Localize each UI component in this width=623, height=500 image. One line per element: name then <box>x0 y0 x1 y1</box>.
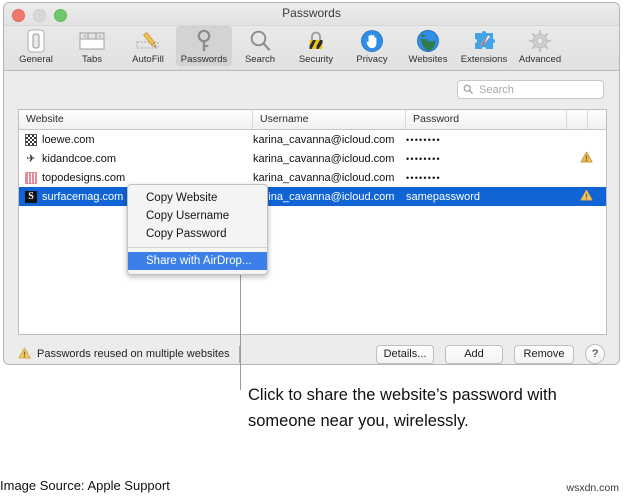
column-header-spacer-2 <box>588 110 606 129</box>
remove-button[interactable]: Remove <box>514 344 574 364</box>
svg-text:×: × <box>84 34 87 40</box>
website-label: topodesigns.com <box>42 171 126 184</box>
toolbar-label-passwords: Passwords <box>180 54 228 65</box>
website-label: surfacemag.com <box>42 190 124 203</box>
context-menu: Copy Website Copy Username Copy Password… <box>127 184 268 275</box>
website-label: kidandcoe.com <box>42 152 116 165</box>
cell-website: loewe.com <box>19 133 253 146</box>
window-titlebar: Passwords <box>4 3 619 26</box>
toolbar-item-autofill[interactable]: AutoFill <box>120 26 176 66</box>
callout-caption: Click to share the website’s password wi… <box>248 386 557 430</box>
toolbar-label-extensions: Extensions <box>460 54 508 65</box>
cell-website: topodesigns.com <box>19 171 253 184</box>
warning-triangle-icon <box>18 347 31 362</box>
menu-item-copy-username[interactable]: Copy Username <box>128 207 267 225</box>
table-row[interactable]: ✈ kidandcoe.com karina_cavanna@icloud.co… <box>19 149 606 168</box>
reused-passwords-label: Passwords reused on multiple websites <box>37 348 230 360</box>
cell-website: ✈ kidandcoe.com <box>19 153 253 165</box>
image-source-credit: Image Source: Apple Support <box>0 478 170 493</box>
toolbar-item-security[interactable]: Security <box>288 26 344 66</box>
gear-icon <box>512 28 568 54</box>
warning-triangle-icon <box>580 151 593 166</box>
toolbar-item-passwords[interactable]: Passwords <box>176 26 232 66</box>
preferences-toolbar: General × + Tabs AutoFill Passwords Sear… <box>4 26 619 71</box>
toolbar-item-privacy[interactable]: Privacy <box>344 26 400 66</box>
hand-icon <box>344 28 400 54</box>
column-header-spacer-1 <box>567 110 588 129</box>
airplane-icon: ✈ <box>26 152 36 165</box>
add-button[interactable]: Add <box>445 344 503 364</box>
cell-username: karina_cavanna@icloud.com <box>253 133 395 146</box>
pink-stripes-icon <box>25 171 37 184</box>
toolbar-label-security: Security <box>298 54 334 65</box>
toolbar-item-search[interactable]: Search <box>232 26 288 66</box>
toolbar-label-tabs: Tabs <box>81 54 103 65</box>
table-body: loewe.com karina_cavanna@icloud.com ••••… <box>19 130 606 206</box>
column-header-password[interactable]: Password <box>406 110 567 129</box>
toolbar-label-websites: Websites <box>408 54 448 65</box>
toolbar-item-websites[interactable]: Websites <box>400 26 456 66</box>
column-header-username[interactable]: Username <box>253 110 406 129</box>
toolbar-item-tabs[interactable]: × + Tabs <box>64 26 120 66</box>
letter-s-icon: S <box>25 190 37 203</box>
cell-password: •••••••• <box>406 134 441 145</box>
menu-item-share-with-airdrop[interactable]: Share with AirDrop... <box>128 252 267 270</box>
cell-warning <box>567 189 606 204</box>
key-icon <box>176 28 232 54</box>
cell-password: samepassword <box>406 190 480 203</box>
cell-username: karina_cavanna@icloud.com <box>253 190 395 203</box>
checkered-grid-icon <box>25 133 37 146</box>
help-button[interactable]: ? <box>585 344 605 364</box>
toolbar-label-general: General <box>19 54 53 65</box>
magnifier-icon <box>232 28 288 54</box>
search-icon <box>463 81 473 99</box>
cell-password: •••••••• <box>406 172 441 183</box>
passwords-table: Website Username Password loewe.com kari… <box>18 109 607 335</box>
toolbar-item-extensions[interactable]: Extensions <box>456 26 512 66</box>
details-button[interactable]: Details... <box>376 344 434 364</box>
window-title: Passwords <box>282 6 341 20</box>
site-watermark: wsxdn.com <box>566 482 619 494</box>
menu-item-copy-website[interactable]: Copy Website <box>128 189 267 207</box>
warning-triangle-icon <box>580 189 593 204</box>
table-row-selected[interactable]: S surfacemag.com karina_cavanna@icloud.c… <box>19 187 606 206</box>
column-header-website[interactable]: Website <box>19 110 253 129</box>
menu-separator <box>128 247 267 248</box>
cell-username: karina_cavanna@icloud.com <box>253 171 395 184</box>
pencil-icon <box>120 28 176 54</box>
padlock-icon <box>288 28 344 54</box>
passwords-pane: Website Username Password loewe.com kari… <box>4 71 619 364</box>
callout-leader-line <box>240 258 241 390</box>
cell-password: •••••••• <box>406 153 441 164</box>
tabs-icon: × + <box>64 28 120 54</box>
action-button-group: Details... Add Remove ? <box>376 344 605 364</box>
safari-preferences-window: Passwords General × + Tabs AutoFill Pass… <box>3 2 620 365</box>
toolbar-label-privacy: Privacy <box>356 54 388 65</box>
reused-passwords-note: Passwords reused on multiple websites <box>18 345 240 363</box>
toolbar-item-general[interactable]: General <box>8 26 64 66</box>
puzzle-icon <box>456 28 512 54</box>
search-field[interactable] <box>457 80 604 99</box>
website-label: loewe.com <box>42 133 95 146</box>
search-input[interactable] <box>477 82 601 97</box>
cell-username: karina_cavanna@icloud.com <box>253 152 395 165</box>
table-header-row: Website Username Password <box>19 110 606 130</box>
toolbar-label-advanced: Advanced <box>518 54 562 65</box>
pane-bottom-bar: Passwords reused on multiple websites De… <box>18 343 605 364</box>
globe-icon <box>400 28 456 54</box>
toolbar-item-advanced[interactable]: Advanced <box>512 26 568 66</box>
svg-text:+: + <box>99 34 102 40</box>
switch-icon <box>8 28 64 54</box>
table-row[interactable]: topodesigns.com karina_cavanna@icloud.co… <box>19 168 606 187</box>
toolbar-label-search: Search <box>244 54 276 65</box>
table-row[interactable]: loewe.com karina_cavanna@icloud.com ••••… <box>19 130 606 149</box>
menu-item-copy-password[interactable]: Copy Password <box>128 225 267 243</box>
cell-warning <box>567 151 606 166</box>
toolbar-label-autofill: AutoFill <box>132 54 164 65</box>
